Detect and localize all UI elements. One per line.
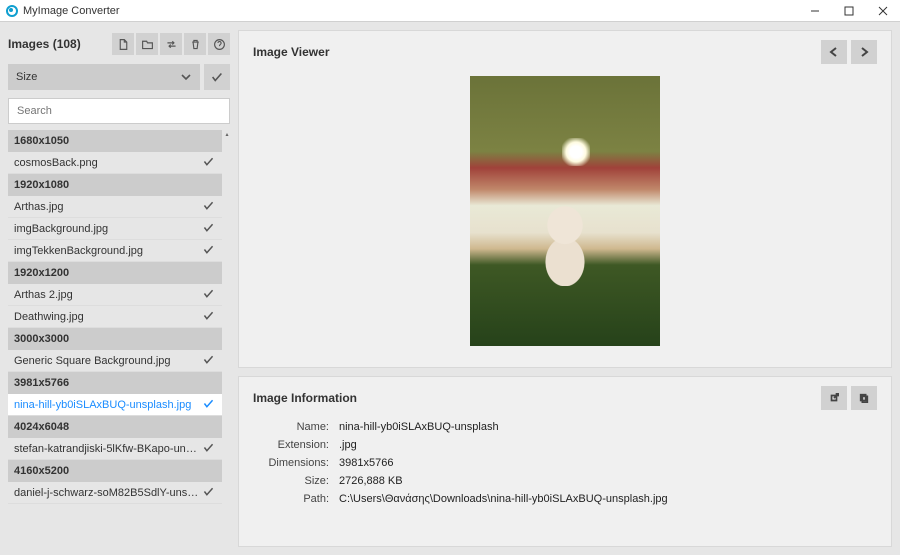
- item-name: Generic Square Background.jpg: [14, 355, 202, 367]
- title-bar: MyImage Converter: [0, 0, 900, 22]
- sort-label: Size: [16, 71, 37, 83]
- check-icon: [202, 441, 216, 457]
- item-name: imgTekkenBackground.jpg: [14, 245, 202, 257]
- open-external-button[interactable]: [821, 386, 847, 410]
- images-list-title: Images (108): [8, 37, 81, 51]
- check-icon: [202, 221, 216, 237]
- list-item[interactable]: stefan-katrandjiski-5lKfw-BKapo-unsplash…: [8, 438, 222, 460]
- info-ext-value: .jpg: [339, 439, 877, 451]
- info-dim-label: Dimensions:: [253, 457, 329, 469]
- sidebar: Images (108) Size 1680x1050 cosmosBack.pn…: [8, 30, 230, 547]
- scrollbar[interactable]: ▴: [224, 132, 230, 549]
- app-icon: [6, 5, 18, 17]
- info-panel: Image Information Name: nina-hill-yb0iSLA…: [238, 376, 892, 547]
- item-name: cosmosBack.png: [14, 157, 202, 169]
- copy-button[interactable]: [851, 386, 877, 410]
- minimize-button[interactable]: [798, 0, 832, 22]
- maximize-button[interactable]: [832, 0, 866, 22]
- list-item[interactable]: imgTekkenBackground.jpg: [8, 240, 222, 262]
- list-item[interactable]: daniel-j-schwarz-soM82B5SdlY-unsplash.jp…: [8, 482, 222, 504]
- list-item[interactable]: Arthas.jpg: [8, 196, 222, 218]
- add-folder-button[interactable]: [136, 33, 158, 55]
- apply-sort-button[interactable]: [204, 64, 230, 90]
- group-header[interactable]: 4160x5200: [8, 460, 222, 482]
- info-path-label: Path:: [253, 493, 329, 505]
- image-list[interactable]: 1680x1050 cosmosBack.png 1920x1080 Arthas.j…: [8, 130, 222, 547]
- group-header[interactable]: 1920x1080: [8, 174, 222, 196]
- convert-button[interactable]: [160, 33, 182, 55]
- group-header[interactable]: 1920x1200: [8, 262, 222, 284]
- window-title: MyImage Converter: [23, 5, 120, 17]
- list-item[interactable]: cosmosBack.png: [8, 152, 222, 174]
- group-header[interactable]: 3981x5766: [8, 372, 222, 394]
- item-name: nina-hill-yb0iSLAxBUQ-unsplash.jpg: [14, 399, 202, 411]
- item-name: daniel-j-schwarz-soM82B5SdlY-unsplash.jp…: [14, 487, 202, 499]
- info-ext-label: Extension:: [253, 439, 329, 451]
- check-icon: [202, 353, 216, 369]
- help-button[interactable]: [208, 33, 230, 55]
- check-icon: [202, 485, 216, 501]
- group-header[interactable]: 3000x3000: [8, 328, 222, 350]
- check-icon: [202, 287, 216, 303]
- group-header[interactable]: 4024x6048: [8, 416, 222, 438]
- group-header[interactable]: 1680x1050: [8, 130, 222, 152]
- delete-button[interactable]: [184, 33, 206, 55]
- item-name: imgBackground.jpg: [14, 223, 202, 235]
- close-button[interactable]: [866, 0, 900, 22]
- list-item[interactable]: Deathwing.jpg: [8, 306, 222, 328]
- check-icon: [202, 155, 216, 171]
- check-icon: [202, 397, 216, 413]
- check-icon: [202, 309, 216, 325]
- info-size-label: Size:: [253, 475, 329, 487]
- item-name: Deathwing.jpg: [14, 311, 202, 323]
- item-name: Arthas.jpg: [14, 201, 202, 213]
- image-preview: [470, 76, 660, 346]
- viewer-title: Image Viewer: [253, 45, 330, 59]
- viewer-panel: Image Viewer: [238, 30, 892, 368]
- info-size-value: 2726,888 KB: [339, 475, 877, 487]
- item-name: Arthas 2.jpg: [14, 289, 202, 301]
- search-input[interactable]: [8, 98, 230, 124]
- prev-image-button[interactable]: [821, 40, 847, 64]
- info-name-label: Name:: [253, 421, 329, 433]
- next-image-button[interactable]: [851, 40, 877, 64]
- list-item[interactable]: Generic Square Background.jpg: [8, 350, 222, 372]
- sort-dropdown[interactable]: Size: [8, 64, 200, 90]
- item-name: stefan-katrandjiski-5lKfw-BKapo-unsplash…: [14, 443, 202, 455]
- chevron-down-icon: [180, 71, 192, 83]
- add-file-button[interactable]: [112, 33, 134, 55]
- list-item[interactable]: imgBackground.jpg: [8, 218, 222, 240]
- check-icon: [202, 199, 216, 215]
- info-name-value: nina-hill-yb0iSLAxBUQ-unsplash: [339, 421, 877, 433]
- list-item[interactable]: nina-hill-yb0iSLAxBUQ-unsplash.jpg: [8, 394, 222, 416]
- check-icon: [202, 243, 216, 259]
- info-path-value: C:\Users\Θανάσης\Downloads\nina-hill-yb0…: [339, 493, 877, 505]
- info-title: Image Information: [253, 391, 357, 405]
- info-dim-value: 3981x5766: [339, 457, 877, 469]
- list-item[interactable]: Arthas 2.jpg: [8, 284, 222, 306]
